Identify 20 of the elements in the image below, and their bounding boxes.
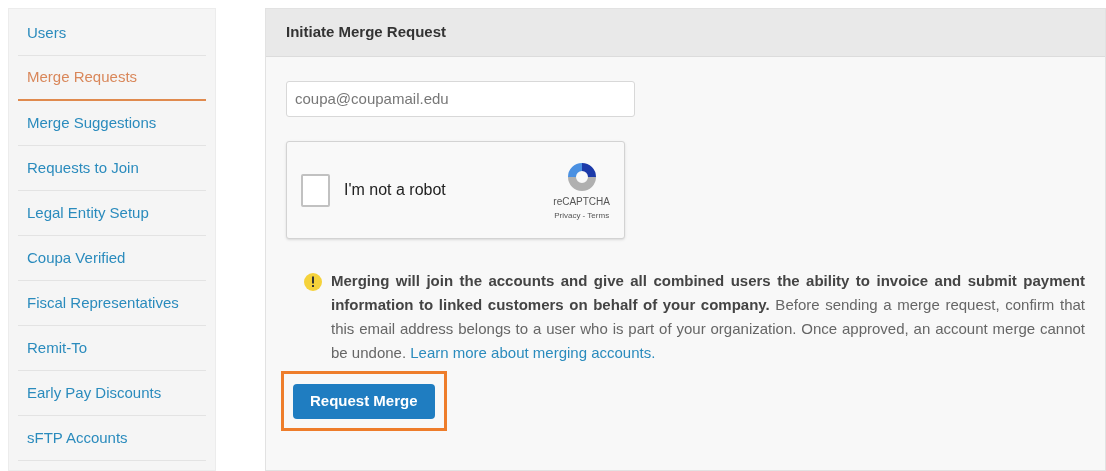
warning-icon [304, 273, 322, 291]
sidebar-item[interactable]: Coupa Verified [18, 236, 206, 281]
captcha-checkbox[interactable] [301, 173, 330, 207]
panel-title: Initiate Merge Request [286, 22, 447, 43]
sidebar-item[interactable]: Merge Suggestions [18, 101, 206, 146]
sidebar-item[interactable]: Users [18, 11, 206, 56]
sidebar-item[interactable]: Merge Requests [18, 56, 206, 101]
request-merge-button[interactable]: Request Merge [293, 383, 435, 419]
sidebar-item[interactable]: Legal Entity Setup [18, 191, 206, 236]
sidebar-item[interactable]: Requests to Join [18, 146, 206, 191]
sidebar-item[interactable]: sFTP Accounts [18, 416, 206, 461]
sidebar-item[interactable]: Fiscal Representatives [18, 281, 206, 326]
email-field[interactable]: coupa@coupamail.edu [286, 81, 635, 117]
captcha-links[interactable]: Privacy - Terms [554, 209, 610, 222]
warning-text: Merging will join the accounts and give all combined users the ability to invoice and submit payment information to linked customers on behalf of your company. Before sending a merge request, confirm that this email address belongs to a user who is part of your organization. Once approved, an account merge cannot be undone. Learn more about merging accounts. [331, 271, 1085, 363]
learn-more-link[interactable]: Learn more about merging accounts. [410, 344, 656, 361]
captcha-brand: reCAPTCHA [553, 196, 610, 207]
captcha-label: I'm not a robot [344, 180, 447, 200]
sidebar-item[interactable]: Remit-To [18, 326, 206, 371]
sidebar-item[interactable]: Early Pay Discounts [18, 371, 206, 416]
